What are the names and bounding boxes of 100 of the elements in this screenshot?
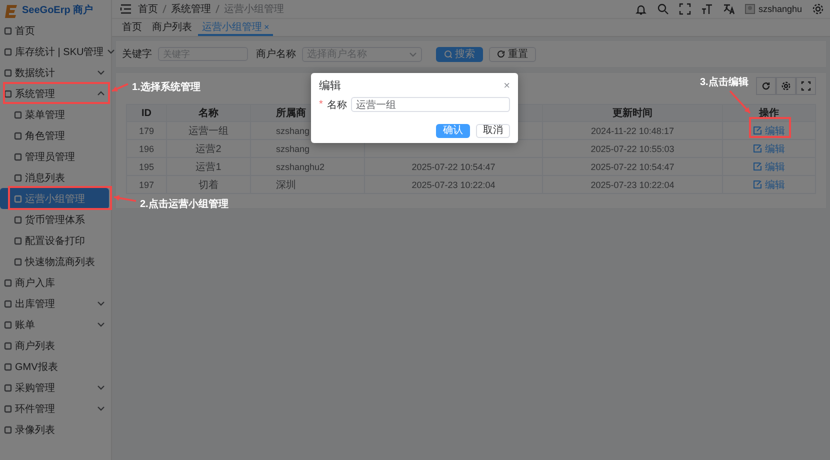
breadcrumb-item[interactable]: 系统管理 xyxy=(171,2,211,16)
sidebar-item[interactable]: 消息列表 xyxy=(0,167,111,188)
breadcrumb-item[interactable]: 首页 xyxy=(138,2,158,16)
square-icon xyxy=(4,300,12,308)
sidebar-item[interactable]: 库存统计 | SKU管理 xyxy=(0,41,111,62)
bell-icon[interactable] xyxy=(635,3,648,15)
chevron-down-icon xyxy=(409,50,417,58)
square-icon xyxy=(4,426,12,434)
sidebar-item[interactable]: 运营小组管理 xyxy=(0,188,109,209)
sidebar-item[interactable]: 首页 xyxy=(0,20,111,41)
table-cell: szshanghu2 xyxy=(251,158,365,176)
refresh-icon xyxy=(497,50,505,58)
brand-name: SeeGoErp 商户 xyxy=(22,3,94,17)
square-icon xyxy=(4,342,12,350)
square-icon xyxy=(14,194,22,202)
sidebar-item[interactable]: 配置设备打印 xyxy=(0,230,111,251)
square-icon xyxy=(14,216,22,224)
fullscreen-icon[interactable] xyxy=(679,3,692,15)
sidebar-item[interactable]: 商户列表 xyxy=(0,335,111,356)
name-input[interactable]: 运营一组 xyxy=(350,97,510,112)
logo-icon xyxy=(4,2,18,18)
field-label: 关键字 xyxy=(122,48,152,61)
square-icon xyxy=(14,110,22,118)
close-icon[interactable]: × xyxy=(504,80,510,92)
sidebar-item[interactable]: 出库管理 xyxy=(0,293,111,314)
refresh-button[interactable] xyxy=(756,77,776,95)
search-icon[interactable] xyxy=(657,3,670,15)
dialog-title: 编辑 xyxy=(319,79,341,93)
sidebar-item[interactable]: 系统管理 xyxy=(0,83,111,104)
square-icon xyxy=(4,362,12,370)
square-icon xyxy=(14,258,22,266)
edit-icon xyxy=(753,162,762,171)
square-icon xyxy=(14,236,22,244)
column-header: 名称 xyxy=(167,105,251,122)
square-icon xyxy=(14,132,22,140)
confirm-button[interactable]: 确认 xyxy=(436,124,470,138)
square-icon xyxy=(14,152,22,160)
table-cell: 运营2 xyxy=(167,140,251,158)
table-cell: 2025-07-22 10:54:47 xyxy=(543,158,723,176)
table-cell: 2024-11-22 10:48:17 xyxy=(543,122,723,140)
square-icon xyxy=(4,320,12,328)
sidebar-item[interactable]: 菜单管理 xyxy=(0,104,111,125)
arrow xyxy=(729,90,751,114)
table-cell: 179 xyxy=(127,122,167,140)
table-cell: 197 xyxy=(127,176,167,194)
search-icon xyxy=(444,50,452,58)
square-icon xyxy=(4,48,12,56)
fullscreen-icon xyxy=(801,81,811,91)
highlight-box xyxy=(749,117,791,138)
square-icon xyxy=(4,26,12,34)
sidebar-item[interactable]: 录像列表 xyxy=(0,419,111,440)
annotation-text: 3.点击编辑 xyxy=(700,76,748,89)
annotation-text: 1.选择系统管理 xyxy=(132,80,200,94)
sidebar-item[interactable]: 采购管理 xyxy=(0,377,111,398)
sidebar-item[interactable]: GMV报表 xyxy=(0,356,111,377)
refresh-icon xyxy=(761,81,771,91)
sidebar-item[interactable]: 角色管理 xyxy=(0,125,111,146)
tab[interactable]: 首页 xyxy=(118,21,146,36)
sidebar-item[interactable]: 快速物流商列表 xyxy=(0,251,111,272)
user-name[interactable]: szshanghu xyxy=(758,4,802,14)
table-cell: 2025-07-22 10:55:03 xyxy=(543,140,723,158)
table-cell: 196 xyxy=(127,140,167,158)
slash-icon xyxy=(162,4,167,14)
sidebar-item[interactable]: 商户入库 xyxy=(0,272,111,293)
table-cell: 2025-07-22 10:54:47 xyxy=(365,158,543,176)
column-header: ID xyxy=(127,105,167,122)
sidebar-item[interactable]: 环件管理 xyxy=(0,398,111,419)
table-cell: 深圳 xyxy=(251,176,365,194)
font-size-icon[interactable] xyxy=(701,3,714,15)
square-icon xyxy=(4,90,12,98)
table-cell: 切着 xyxy=(167,176,251,194)
square-icon xyxy=(4,404,12,412)
arrow xyxy=(114,195,136,202)
table-cell: 195 xyxy=(127,158,167,176)
square-icon xyxy=(4,68,12,76)
table-cell: 2025-07-23 10:22:04 xyxy=(365,176,543,194)
cancel-button[interactable]: 取消 xyxy=(476,124,510,138)
reset-button[interactable]: 重置 xyxy=(489,46,536,62)
menu-icon[interactable] xyxy=(120,3,132,15)
edit-icon xyxy=(753,144,762,153)
edit-icon xyxy=(753,180,762,189)
sidebar-item[interactable]: 管理员管理 xyxy=(0,146,111,167)
square-icon xyxy=(4,278,12,286)
table-cell: 运营1 xyxy=(167,158,251,176)
tab[interactable]: 商户列表 xyxy=(148,21,196,36)
settings-button[interactable] xyxy=(776,77,796,95)
arrow xyxy=(112,83,128,92)
table-cell: 运营一组 xyxy=(167,122,251,140)
sidebar-item[interactable]: 数据统计 xyxy=(0,62,111,83)
square-icon xyxy=(4,384,12,392)
settings-icon[interactable] xyxy=(812,3,824,15)
sidebar-item[interactable]: 货币管理体系 xyxy=(0,209,111,230)
translate-icon[interactable] xyxy=(723,3,736,15)
table-cell: 2025-07-23 10:22:04 xyxy=(543,176,723,194)
settings-icon xyxy=(781,81,791,91)
field-label: 商户名称 xyxy=(256,48,296,61)
annotation-text: 2.点击运营小组管理 xyxy=(140,198,228,211)
fullscreen-button[interactable] xyxy=(796,77,816,95)
column-header: 操作 xyxy=(723,105,816,122)
sidebar-item[interactable]: 账单 xyxy=(0,314,111,335)
